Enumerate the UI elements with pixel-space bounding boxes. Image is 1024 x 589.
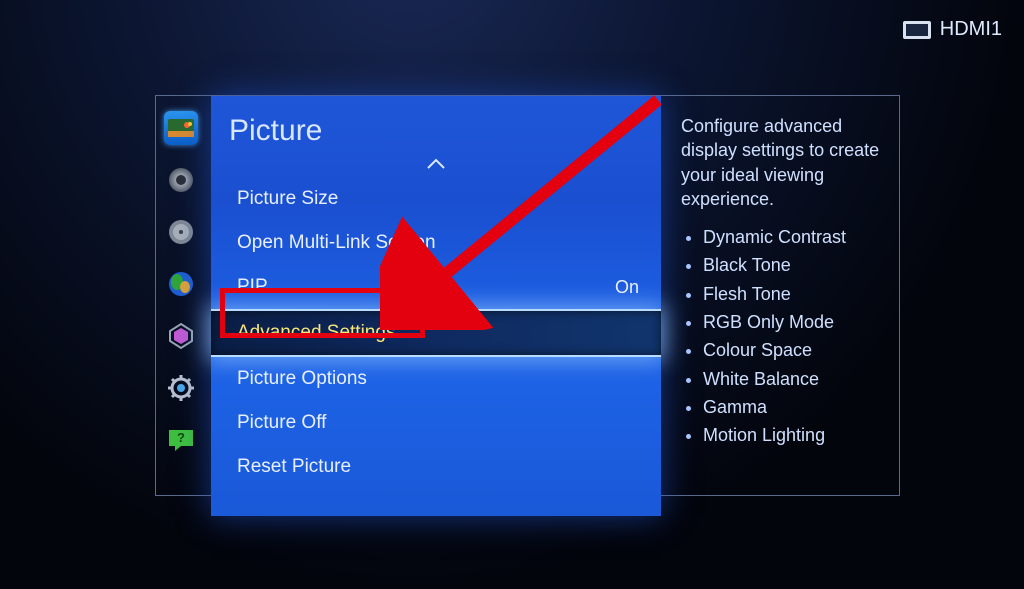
broadcast-icon[interactable]: [164, 215, 198, 249]
network-icon[interactable]: [164, 267, 198, 301]
scroll-up-icon[interactable]: [211, 154, 661, 175]
menu-item-pip[interactable]: PIP On: [211, 265, 661, 309]
bullet-item: Colour Space: [703, 338, 881, 362]
menu-item-reset-picture[interactable]: Reset Picture: [211, 445, 661, 489]
picture-menu-panel: Picture Picture Size Open Multi-Link Scr…: [211, 96, 661, 516]
sound-icon[interactable]: [164, 163, 198, 197]
menu-item-label: PIP: [237, 276, 268, 298]
description-pane: Configure advanced display settings to c…: [681, 114, 881, 452]
bullet-item: Flesh Tone: [703, 282, 881, 306]
menu-item-label: Open Multi-Link Screen: [237, 232, 436, 254]
smarthub-icon[interactable]: [164, 319, 198, 353]
menu-list: Picture Size Open Multi-Link Screen PIP …: [211, 177, 661, 489]
menu-item-label: Advanced Settings: [237, 322, 395, 344]
bullet-item: Black Tone: [703, 253, 881, 277]
bullet-item: RGB Only Mode: [703, 310, 881, 334]
bullet-item: Gamma: [703, 395, 881, 419]
description-text: Configure advanced display settings to c…: [681, 114, 881, 211]
description-bullets: Dynamic Contrast Black Tone Flesh Tone R…: [681, 225, 881, 447]
menu-item-picture-options[interactable]: Picture Options: [211, 357, 661, 401]
panel-title: Picture: [211, 96, 661, 148]
menu-item-label: Picture Off: [237, 412, 326, 434]
category-rail: ?: [156, 96, 206, 495]
input-source-badge: HDMI1: [902, 18, 1002, 41]
input-source-label: HDMI1: [940, 18, 1002, 41]
settings-frame: ? Picture Picture Size Open Multi-Link S…: [155, 95, 900, 496]
bullet-item: Motion Lighting: [703, 423, 881, 447]
menu-item-advanced-settings[interactable]: Advanced Settings: [211, 309, 661, 357]
menu-item-value: On: [615, 277, 639, 298]
menu-item-label: Picture Size: [237, 188, 338, 210]
svg-text:?: ?: [177, 430, 185, 445]
support-icon[interactable]: ?: [164, 423, 198, 457]
bullet-item: Dynamic Contrast: [703, 225, 881, 249]
menu-item-label: Picture Options: [237, 368, 367, 390]
menu-item-multi-link[interactable]: Open Multi-Link Screen: [211, 221, 661, 265]
menu-item-picture-off[interactable]: Picture Off: [211, 401, 661, 445]
picture-icon[interactable]: [164, 111, 198, 145]
bullet-item: White Balance: [703, 367, 881, 391]
hdmi-icon: [902, 20, 932, 40]
menu-item-picture-size[interactable]: Picture Size: [211, 177, 661, 221]
menu-item-label: Reset Picture: [237, 456, 351, 478]
system-icon[interactable]: [164, 371, 198, 405]
